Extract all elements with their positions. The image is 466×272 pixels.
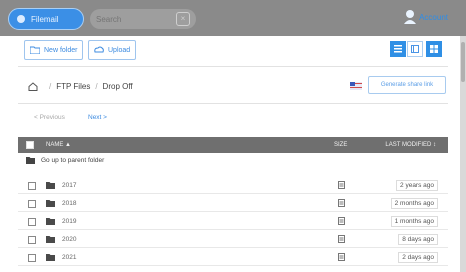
upload-button[interactable]: Upload — [88, 40, 137, 60]
column-last-modified[interactable]: LAST MODIFIED ↕ — [385, 142, 436, 148]
parent-folder-label: Go up to parent folder — [41, 156, 105, 164]
download-icon[interactable] — [338, 217, 345, 225]
search-box: × — [90, 9, 196, 29]
details-view-toggle[interactable] — [407, 41, 423, 57]
folder-icon — [46, 200, 55, 207]
column-size[interactable]: SIZE — [334, 142, 347, 148]
last-modified: 1 months ago — [390, 216, 438, 227]
last-modified: 2 months ago — [390, 198, 438, 209]
new-folder-button[interactable]: New folder — [24, 40, 84, 60]
user-icon — [404, 10, 417, 24]
account-menu[interactable]: Account — [403, 9, 448, 25]
grid-icon — [430, 45, 438, 53]
last-modified: 8 days ago — [398, 234, 438, 245]
next-page-button[interactable]: Next > — [88, 114, 107, 121]
parent-folder-icon — [26, 157, 35, 164]
divider — [18, 66, 448, 67]
download-icon[interactable] — [338, 181, 345, 189]
table-row[interactable]: 2018 2 months ago — [18, 195, 448, 212]
folder-icon — [46, 254, 55, 261]
folder-icon — [46, 218, 55, 225]
table-row[interactable]: 2017 2 years ago — [18, 177, 448, 194]
flag-icon[interactable] — [350, 82, 362, 90]
divider — [18, 103, 448, 104]
folder-name[interactable]: 2017 — [62, 182, 76, 189]
new-folder-label: New folder — [44, 46, 78, 54]
table-header: NAME ▲ SIZE LAST MODIFIED ↕ — [18, 137, 448, 153]
folder-plus-icon — [30, 46, 40, 54]
previous-page-button[interactable]: < Previous — [34, 114, 65, 121]
upload-icon — [94, 46, 104, 53]
scrollbar-thumb[interactable] — [461, 42, 465, 82]
breadcrumb-drop-off: Drop Off — [102, 82, 133, 91]
home-icon[interactable] — [28, 82, 38, 91]
share-link-button[interactable]: Generate share link — [368, 76, 446, 94]
select-all-checkbox[interactable] — [26, 141, 34, 149]
list-view-toggle[interactable] — [390, 41, 406, 57]
table-row[interactable]: 2019 1 months ago — [18, 213, 448, 230]
row-checkbox[interactable] — [28, 218, 36, 226]
row-checkbox[interactable] — [28, 254, 36, 262]
column-name[interactable]: NAME ▲ — [46, 142, 71, 148]
last-modified: 2 days ago — [398, 252, 438, 263]
table-row[interactable]: 2020 8 days ago — [18, 231, 448, 248]
breadcrumb-ftp-files[interactable]: FTP Files — [56, 82, 90, 91]
folder-name[interactable]: 2020 — [62, 236, 76, 243]
account-label: Account — [419, 12, 448, 22]
breadcrumb-separator: / — [49, 82, 52, 91]
app-menu-button[interactable]: Filemail — [8, 8, 84, 30]
logo-dot-icon — [17, 15, 25, 23]
folder-icon — [46, 182, 55, 189]
folder-icon — [46, 236, 55, 243]
download-icon[interactable] — [338, 253, 345, 261]
row-checkbox[interactable] — [28, 200, 36, 208]
breadcrumb: / FTP Files / Drop Off — [28, 82, 133, 91]
app-menu-label: Filemail — [31, 14, 59, 24]
search-input[interactable] — [96, 14, 170, 24]
row-checkbox[interactable] — [28, 182, 36, 190]
download-icon[interactable] — [338, 199, 345, 207]
last-modified: 2 years ago — [396, 180, 438, 191]
folder-name[interactable]: 2018 — [62, 200, 76, 207]
breadcrumb-separator: / — [95, 82, 98, 91]
folder-name[interactable]: 2021 — [62, 254, 76, 261]
table-row[interactable]: 2021 2 days ago — [18, 249, 448, 266]
row-checkbox[interactable] — [28, 236, 36, 244]
download-icon[interactable] — [338, 235, 345, 243]
top-bar: Filemail × Account — [0, 0, 466, 36]
columns-icon — [411, 45, 419, 53]
page-scrollbar[interactable] — [460, 36, 466, 272]
upload-label: Upload — [108, 46, 131, 54]
list-icon — [394, 45, 402, 53]
grid-view-toggle[interactable] — [426, 41, 442, 57]
clear-search-icon[interactable]: × — [176, 12, 190, 26]
folder-name[interactable]: 2019 — [62, 218, 76, 225]
parent-folder-link[interactable]: Go up to parent folder — [26, 156, 104, 164]
